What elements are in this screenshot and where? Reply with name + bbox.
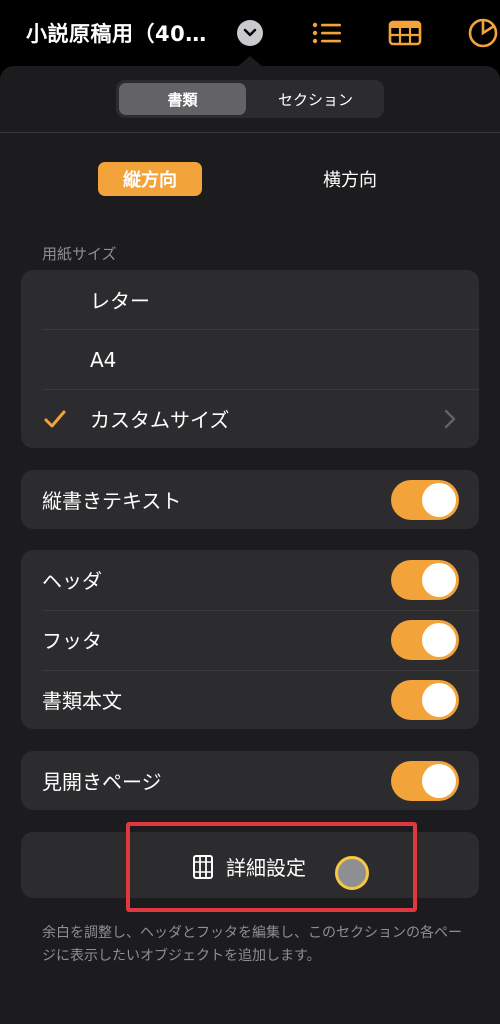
footer-toggle[interactable] — [391, 620, 459, 660]
facing-pages-label: 見開きページ — [42, 770, 162, 794]
tab-document[interactable]: 書類 — [119, 83, 246, 115]
chevron-right-icon — [444, 409, 456, 429]
document-body-label: 書類本文 — [42, 689, 122, 713]
facing-pages-group: 見開きページ — [21, 751, 479, 810]
paper-size-option-letter[interactable]: レター — [21, 270, 479, 329]
advanced-settings-description: 余白を調整し、ヘッダとフッタを編集し、このセクションの各ページに表示したいオブジ… — [42, 925, 462, 964]
tab-section[interactable]: セクション — [250, 83, 381, 115]
facing-pages-row: 見開きページ — [21, 751, 479, 810]
document-body-row: 書類本文 — [21, 670, 479, 729]
divider — [0, 132, 500, 133]
portrait-option[interactable]: 縦方向 — [98, 162, 202, 196]
footer-label: フッタ — [42, 629, 102, 653]
checkmark-icon — [44, 410, 66, 428]
list-icon[interactable] — [310, 16, 344, 50]
vertical-text-label: 縦書きテキスト — [42, 489, 182, 513]
paper-size-section-label: 用紙サイズ — [42, 245, 117, 263]
paper-size-label: レター — [90, 289, 150, 313]
paper-size-label: A4 — [90, 347, 117, 372]
facing-pages-toggle[interactable] — [391, 761, 459, 801]
document-body-toggle[interactable] — [391, 680, 459, 720]
header-footer-group: ヘッダ フッタ 書類本文 — [21, 550, 479, 729]
table-icon[interactable] — [388, 16, 422, 50]
header-toggle[interactable] — [391, 560, 459, 600]
chevron-down-icon[interactable] — [237, 20, 263, 46]
footer-row: フッタ — [21, 610, 479, 669]
header-label: ヘッダ — [42, 569, 102, 593]
chart-icon[interactable] — [466, 16, 500, 50]
vertical-text-row: 縦書きテキスト — [21, 470, 479, 529]
document-title[interactable]: 小説原稿用（40… — [26, 18, 207, 48]
paper-size-option-a4[interactable]: A4 — [21, 330, 479, 389]
paper-size-option-custom[interactable]: カスタムサイズ — [21, 389, 479, 448]
highlight-annotation — [126, 822, 417, 912]
vertical-text-group: 縦書きテキスト — [21, 470, 479, 529]
paper-size-list: レター A4 カスタムサイズ — [21, 270, 479, 448]
landscape-option[interactable]: 横方向 — [298, 162, 402, 196]
tap-indicator — [335, 856, 369, 890]
header-row: ヘッダ — [21, 550, 479, 609]
paper-size-label: カスタムサイズ — [90, 408, 230, 432]
document-section-segmented-control: 書類 セクション — [116, 80, 384, 118]
vertical-text-toggle[interactable] — [391, 480, 459, 520]
